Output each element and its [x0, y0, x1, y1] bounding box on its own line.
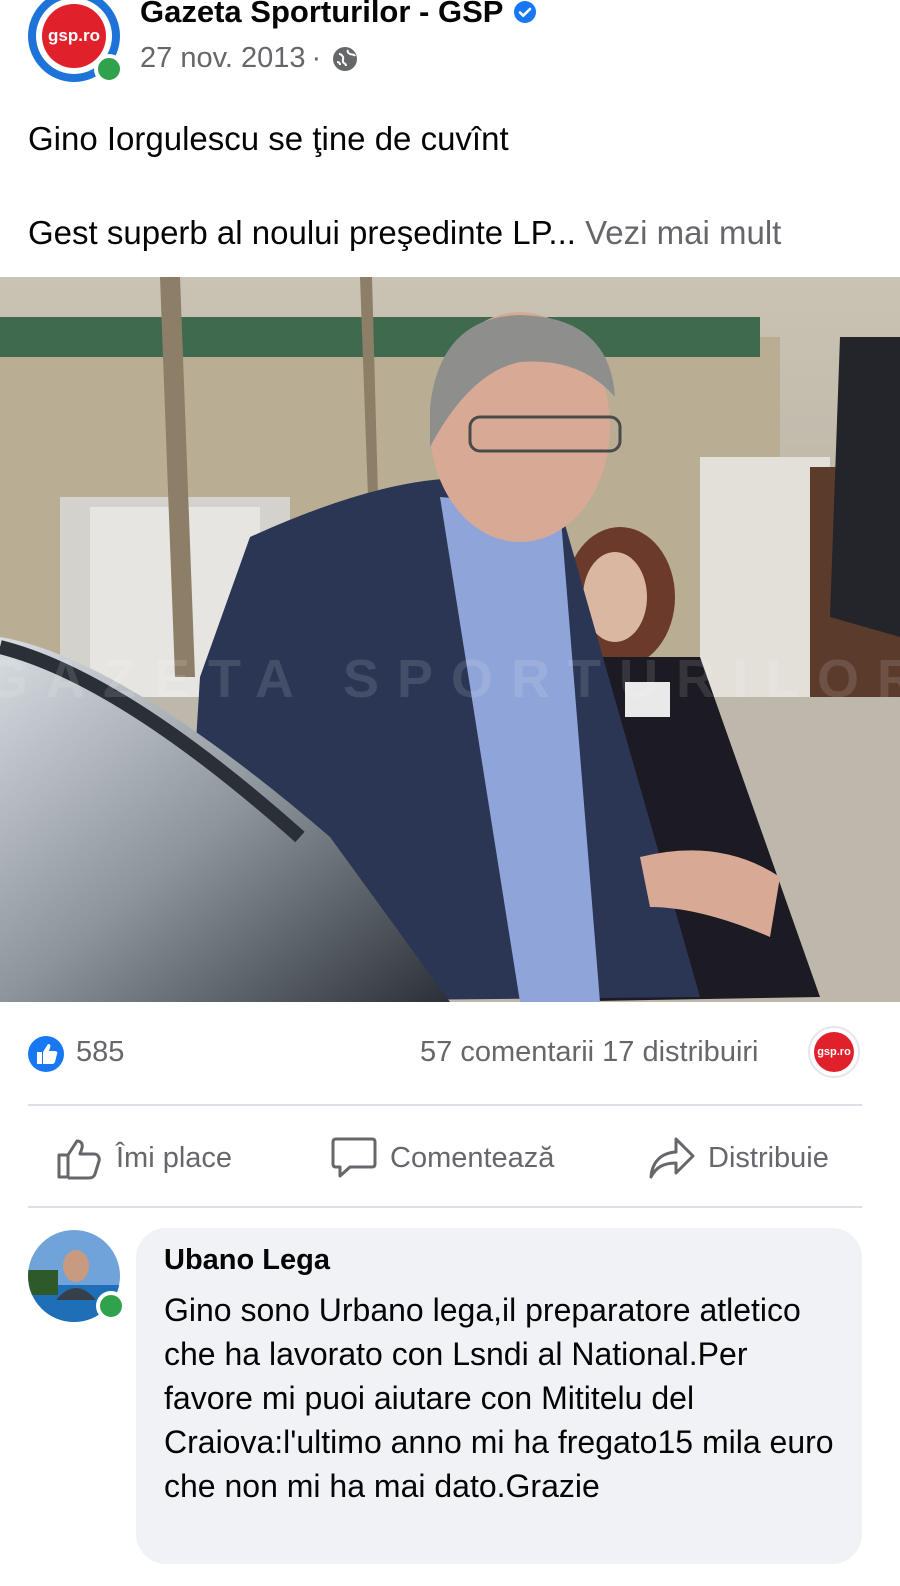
post-text-title: Gino Iorgulescu se ţine de cuvînt — [28, 120, 509, 157]
see-more-link[interactable]: Vezi mai mult — [585, 214, 781, 251]
like-button[interactable]: Îmi place — [56, 1130, 232, 1186]
like-reaction-icon[interactable] — [28, 1036, 64, 1072]
comment-author[interactable]: Ubano Lega — [164, 1244, 330, 1277]
post-text-excerpt: Gest superb al noului preşedinte LP... — [28, 214, 576, 251]
verified-badge-icon — [514, 1, 537, 23]
like-label: Îmi place — [116, 1141, 233, 1174]
share-button[interactable]: Distribuie — [648, 1130, 829, 1186]
comment-text: Gino sono Urbano lega,il preparatore atl… — [164, 1292, 834, 1504]
page-avatar-logo[interactable]: gsp.ro — [42, 4, 106, 68]
commenter-online-dot — [96, 1291, 126, 1321]
svg-text:GAZETA SPORTURILOR: GAZETA SPORTURILOR — [0, 649, 900, 709]
globe-icon[interactable] — [331, 45, 359, 73]
gsp-logo-small[interactable]: gsp.ro — [814, 1032, 854, 1072]
share-label: Distribuie — [708, 1141, 829, 1174]
divider-bottom — [28, 1206, 862, 1208]
page-name-label[interactable]: Gazeta Sporturilor - GSP — [140, 0, 503, 30]
comment-button[interactable]: Comentează — [330, 1130, 554, 1186]
post-meta: 27 nov. 2013 · — [140, 42, 359, 75]
divider-top — [28, 1104, 862, 1106]
post-photo[interactable]: GAZETA SPORTURILOR — [0, 277, 900, 1002]
page-name[interactable]: Gazeta Sporturilor - GSP — [140, 0, 537, 30]
photo-illustration: GAZETA SPORTURILOR — [0, 277, 900, 1002]
comment-label: Comentează — [390, 1141, 555, 1174]
post-date[interactable]: 27 nov. 2013 — [140, 42, 306, 75]
comment-bubble-icon — [331, 1137, 377, 1178]
thumbs-up-icon — [57, 1139, 101, 1180]
share-arrow-icon — [649, 1137, 695, 1179]
meta-separator: · — [311, 42, 322, 74]
comments-shares-count[interactable]: 57 comentarii 17 distribuiri — [420, 1036, 758, 1069]
post-text-body: Gest superb al noului preşedinte LP... V… — [28, 214, 781, 252]
online-status-dot — [94, 54, 124, 84]
like-count[interactable]: 585 — [76, 1036, 124, 1069]
